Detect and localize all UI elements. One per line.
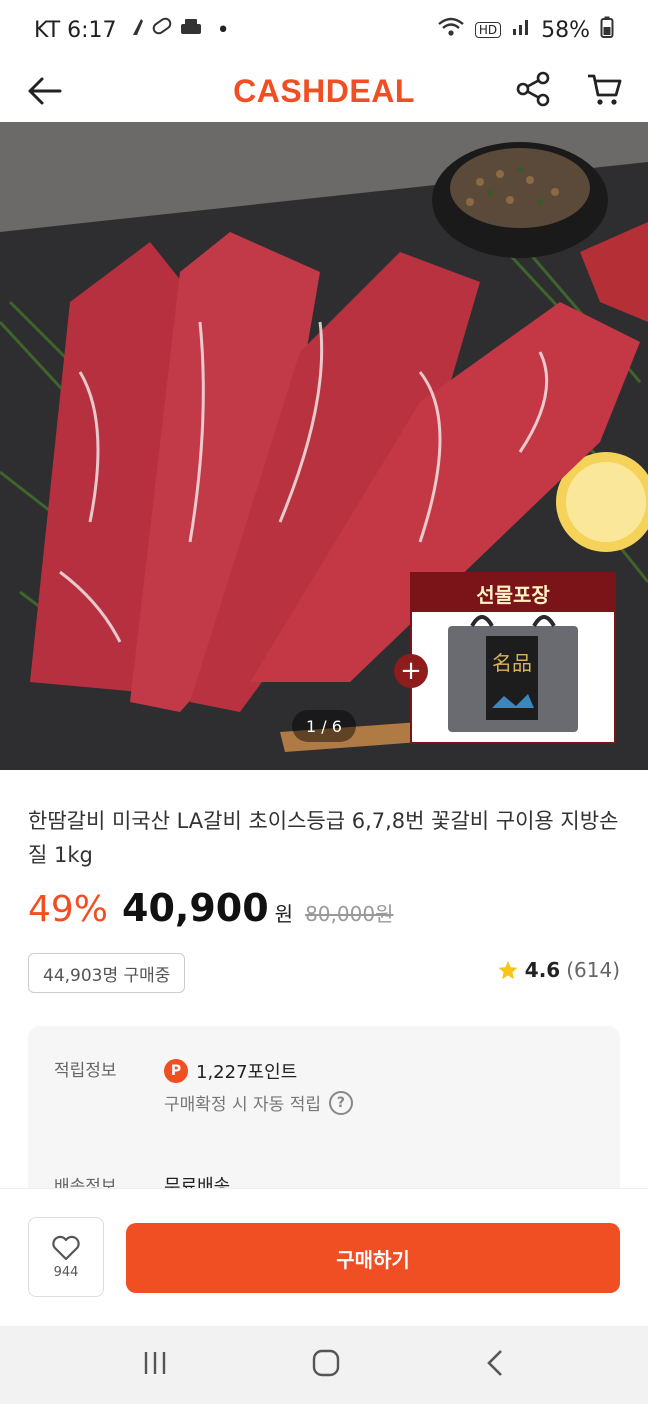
home-icon — [312, 1349, 340, 1377]
rating-value: 4.6 — [524, 958, 561, 982]
heart-icon — [52, 1235, 80, 1260]
battery-text: 58% — [541, 17, 590, 43]
system-nav-bar — [0, 1326, 648, 1404]
buy-button[interactable]: 구매하기 — [126, 1223, 620, 1293]
status-time: KT 6:17 — [34, 17, 117, 43]
point-p-icon: P — [164, 1059, 188, 1083]
battery-icon — [600, 16, 614, 44]
cart-icon — [588, 74, 622, 105]
buyers-badge: 44,903명 구매중 — [28, 953, 186, 993]
points-value: 1,227포인트 — [196, 1062, 298, 1083]
recent-apps-icon — [144, 1352, 166, 1374]
product-image[interactable]: 선물포장 名品 + 1 / 6 — [0, 122, 648, 770]
bottom-action-bar: 944 구매하기 — [0, 1188, 648, 1326]
price-row: 49% 40,900 원 80,000원 — [28, 886, 393, 930]
like-count: 944 — [53, 1264, 79, 1280]
recent-apps-button[interactable] — [141, 1349, 169, 1381]
share-icon — [516, 71, 550, 107]
star-icon — [498, 960, 518, 980]
status-dot: • — [216, 17, 230, 43]
system-back-button[interactable] — [483, 1348, 507, 1382]
cart-button[interactable] — [586, 71, 622, 111]
points-note-row: 구매확정 시 자동 적립 ? — [164, 1090, 353, 1115]
notification-icons — [127, 15, 207, 45]
currency-label: 원 — [274, 902, 294, 926]
gift-bag-image: 名品 — [448, 615, 578, 732]
points-line: P 1,227포인트 — [164, 1058, 297, 1084]
image-pager: 1 / 6 — [292, 710, 356, 742]
status-bar: KT 6:17 • HD 58% — [0, 0, 648, 60]
sale-price: 40,900 — [122, 886, 269, 930]
product-title: 한땀갈비 미국산 LA갈비 초이스등급 6,7,8번 꽃갈비 구이용 지방손질 … — [28, 809, 619, 867]
rating-count: (614) — [566, 958, 620, 982]
help-icon[interactable]: ? — [328, 1090, 353, 1115]
home-button[interactable] — [311, 1348, 341, 1382]
points-label: 적립정보 — [54, 1061, 117, 1081]
app-header: CASHDEAL — [0, 60, 648, 122]
discount-rate: 49% — [28, 889, 109, 930]
back-button[interactable] — [26, 71, 66, 111]
gift-box-label: 名品 — [492, 651, 532, 675]
wifi-icon — [437, 16, 465, 44]
points-note: 구매확정 시 자동 적립 — [164, 1095, 321, 1115]
like-button[interactable]: 944 — [28, 1217, 104, 1297]
hd-badge: HD — [474, 22, 502, 38]
share-button[interactable] — [516, 71, 550, 111]
gift-wrap-title: 선물포장 — [412, 574, 614, 612]
chevron-left-icon — [487, 1350, 502, 1376]
rating[interactable]: 4.6 (614) — [497, 958, 620, 982]
arrow-left-icon — [28, 77, 62, 105]
original-price: 80,000원 — [305, 902, 394, 926]
signal-icon — [511, 17, 531, 43]
gift-wrap-card: 선물포장 名品 — [410, 572, 616, 744]
gift-plus-icon: + — [394, 654, 428, 688]
